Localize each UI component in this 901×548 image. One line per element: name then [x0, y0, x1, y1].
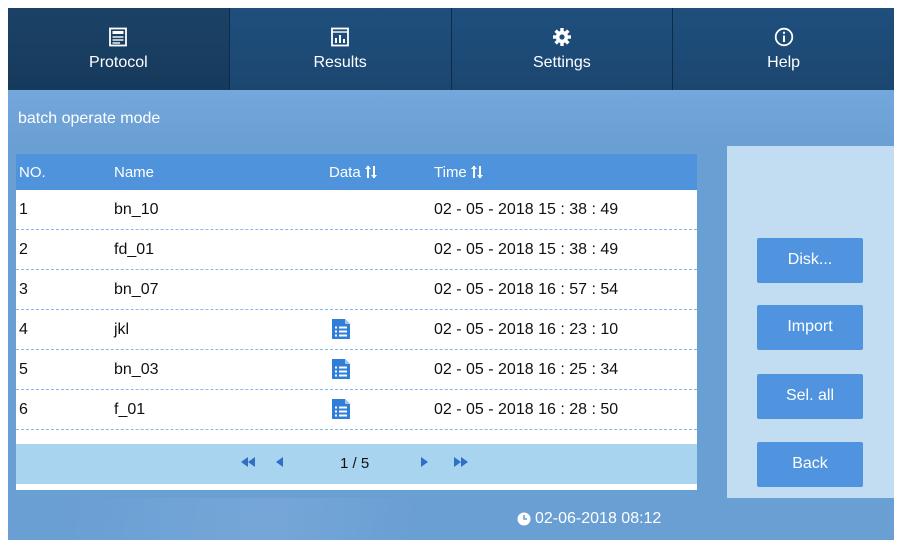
status-bar: 02-06-2018 08:12	[8, 498, 894, 540]
column-header-data-label: Data	[329, 164, 361, 181]
button-label: Sel. all	[785, 387, 835, 404]
row-number: 6	[19, 401, 28, 418]
table-row[interactable]: 1 bn_10 02 - 05 - 2018 15 : 38 : 49	[16, 190, 697, 230]
column-header-name: Name	[114, 164, 155, 181]
prev-page-icon[interactable]	[276, 457, 284, 467]
tab-help[interactable]: Help	[673, 8, 894, 90]
last-page-icon[interactable]	[454, 457, 468, 467]
table-header: NO. Name Data Time	[16, 154, 697, 190]
row-number: 4	[19, 321, 28, 338]
page-header: batch operate mode	[8, 90, 894, 146]
results-chart-icon	[331, 27, 350, 46]
panel-border	[8, 146, 16, 498]
footer-decoration	[68, 498, 568, 540]
button-label: Import	[787, 318, 833, 335]
column-header-data[interactable]: Data	[329, 164, 377, 181]
row-name: bn_03	[114, 361, 159, 378]
table-row[interactable]: 3 bn_07 02 - 05 - 2018 16 : 57 : 54	[16, 270, 697, 310]
info-icon	[774, 27, 793, 46]
row-time: 02 - 05 - 2018 16 : 28 : 50	[434, 401, 619, 418]
select-all-button[interactable]: Sel. all	[757, 374, 863, 419]
data-file-icon[interactable]	[332, 319, 350, 339]
row-number: 5	[19, 361, 28, 378]
top-nav: Protocol Results Settings Help	[8, 8, 894, 90]
button-label: Back	[792, 455, 828, 472]
table-row[interactable]: 6 f_01 02 - 05 - 2018 16 : 28 : 50	[16, 390, 697, 430]
data-file-icon[interactable]	[332, 399, 350, 419]
tab-results[interactable]: Results	[229, 8, 452, 90]
panel-border	[697, 146, 727, 498]
tab-label: Settings	[532, 53, 591, 71]
disk-button[interactable]: Disk...	[757, 238, 863, 283]
back-button[interactable]: Back	[757, 442, 863, 487]
row-time: 02 - 05 - 2018 15 : 38 : 49	[434, 241, 619, 258]
row-number: 1	[19, 201, 28, 218]
row-time: 02 - 05 - 2018 16 : 57 : 54	[434, 281, 619, 298]
content-area: NO. Name Data Time 1 bn_10 02 - 05 - 201…	[8, 146, 894, 498]
panel-border	[8, 490, 727, 498]
clock: 02-06-2018 08:12	[517, 510, 661, 528]
current-datetime: 02-06-2018 08:12	[535, 510, 662, 527]
data-file-icon[interactable]	[332, 359, 350, 379]
button-label: Disk...	[787, 251, 833, 268]
row-name: f_01	[114, 401, 146, 418]
row-time: 02 - 05 - 2018 15 : 38 : 49	[434, 201, 619, 218]
pagination-bar: 1 / 5	[16, 444, 697, 484]
protocol-icon	[109, 27, 128, 46]
row-name: jkl	[114, 321, 130, 338]
row-name: fd_01	[114, 241, 155, 258]
tab-label: Help	[767, 53, 801, 71]
clock-icon	[517, 512, 531, 526]
page-indicator: 1 / 5	[340, 455, 370, 472]
column-header-time-label: Time	[434, 164, 467, 181]
sort-icon	[364, 165, 377, 179]
protocol-table: NO. Name Data Time 1 bn_10 02 - 05 - 201…	[16, 154, 697, 490]
row-time: 02 - 05 - 2018 16 : 23 : 10	[434, 321, 619, 338]
page-title: batch operate mode	[18, 110, 161, 127]
panel-border	[8, 146, 727, 154]
column-header-time[interactable]: Time	[434, 164, 483, 181]
row-name: bn_10	[114, 201, 159, 218]
app-window: Protocol Results Settings Help batch ope…	[8, 8, 894, 540]
row-time: 02 - 05 - 2018 16 : 25 : 34	[434, 361, 619, 378]
tab-settings[interactable]: Settings	[451, 8, 674, 90]
column-header-no: NO.	[19, 164, 46, 181]
import-button[interactable]: Import	[757, 305, 863, 350]
row-number: 3	[19, 281, 28, 298]
tab-label: Protocol	[89, 53, 148, 71]
first-page-icon[interactable]	[241, 457, 255, 467]
table-row[interactable]: 5 bn_03 02 - 05 - 2018 16 : 25 : 34	[16, 350, 697, 390]
sort-icon	[470, 165, 483, 179]
tab-protocol[interactable]: Protocol	[8, 8, 230, 90]
row-name: bn_07	[114, 281, 159, 298]
tab-label: Results	[313, 53, 367, 71]
table-row[interactable]: 4 jkl 02 - 05 - 2018 16 : 23 : 10	[16, 310, 697, 350]
gear-icon	[552, 27, 571, 46]
next-page-icon[interactable]	[421, 457, 429, 467]
table-row[interactable]: 2 fd_01 02 - 05 - 2018 15 : 38 : 49	[16, 230, 697, 270]
row-number: 2	[19, 241, 28, 258]
